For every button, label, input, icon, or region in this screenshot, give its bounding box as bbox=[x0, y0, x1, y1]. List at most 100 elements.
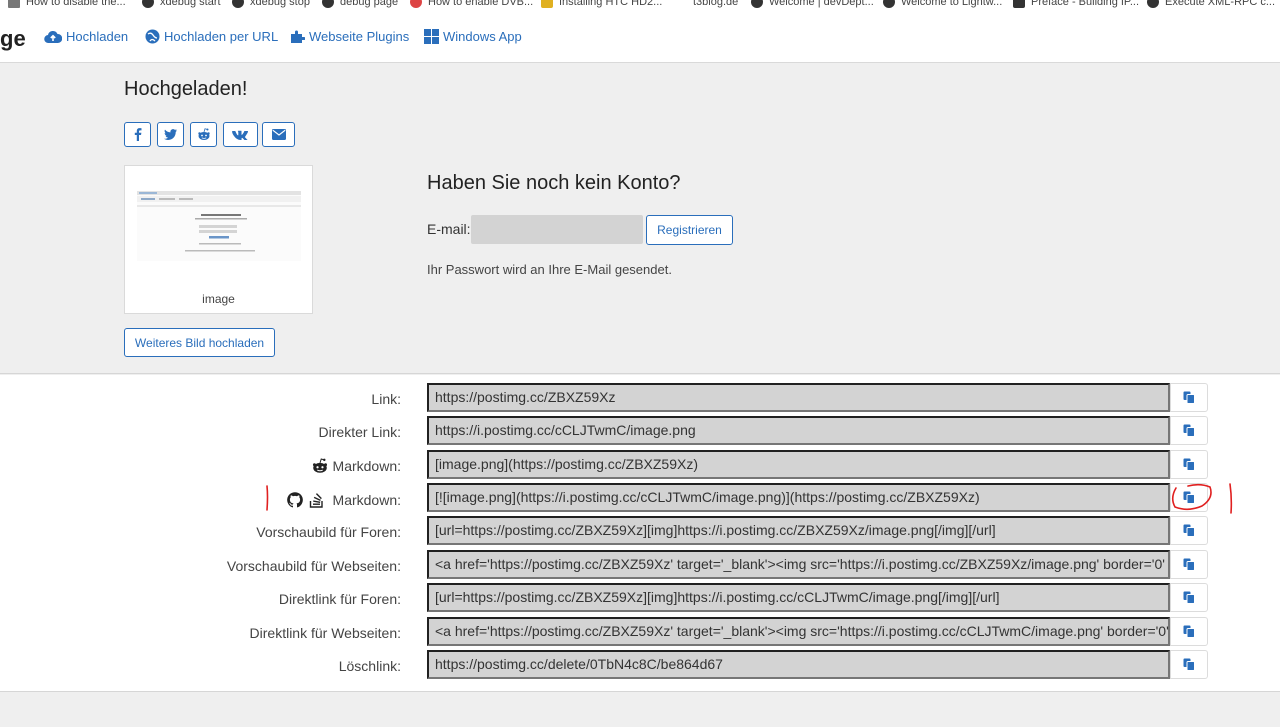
thumbnail-caption: image bbox=[202, 292, 235, 306]
bolt-icon bbox=[541, 0, 553, 8]
link-label: Löschlink: bbox=[338, 658, 401, 674]
copy-button[interactable] bbox=[1170, 550, 1208, 579]
copy-icon bbox=[1183, 391, 1195, 404]
google-icon bbox=[410, 0, 422, 8]
nav-upload-url[interactable]: Hochladen per URL bbox=[145, 29, 278, 44]
link-field[interactable] bbox=[427, 416, 1170, 445]
email-icon bbox=[271, 129, 286, 140]
top-navbar: ge Hochladen Hochladen per URL Webseite … bbox=[0, 14, 1280, 63]
register-button[interactable]: Registrieren bbox=[646, 215, 733, 245]
bookmark-item[interactable]: Welcome | devDept... bbox=[751, 0, 874, 10]
facebook-icon bbox=[134, 128, 141, 141]
game-icon bbox=[1013, 0, 1025, 8]
nav-plugins[interactable]: Webseite Plugins bbox=[290, 29, 409, 44]
link-row-delete: Löschlink: bbox=[0, 650, 1280, 680]
account-heading: Haben Sie noch kein Konto? bbox=[427, 172, 681, 194]
link-row-markdown-reddit: Markdown: bbox=[0, 450, 1280, 480]
link-field[interactable] bbox=[427, 383, 1170, 412]
link-label: Direkter Link: bbox=[318, 424, 401, 440]
copy-icon bbox=[1183, 558, 1195, 571]
page-title: Hochgeladen! bbox=[124, 78, 248, 100]
copy-icon bbox=[1183, 491, 1195, 504]
bookmark-item[interactable]: Preface - Building IP... bbox=[1013, 0, 1139, 10]
globe-icon bbox=[142, 0, 154, 8]
link-row-markdown-github: Markdown: bbox=[0, 483, 1280, 513]
link-field[interactable] bbox=[427, 483, 1170, 512]
link-row-direct-web: Direktlink für Webseiten: bbox=[0, 617, 1280, 647]
link-row-direct: Direkter Link: bbox=[0, 416, 1280, 446]
vk-icon bbox=[232, 130, 249, 140]
link-row-thumb-forum: Vorschaubild für Foren: bbox=[0, 516, 1280, 546]
cloud-upload-icon bbox=[44, 30, 62, 43]
copy-icon bbox=[1183, 424, 1195, 437]
stackoverflow-icon bbox=[309, 493, 323, 508]
link-field[interactable] bbox=[427, 583, 1170, 612]
bookmarks-bar: How to disable the... xdebug start xdebu… bbox=[0, 0, 1280, 14]
upload-another-button[interactable]: Weiteres Bild hochladen bbox=[124, 328, 275, 357]
copy-button[interactable] bbox=[1170, 516, 1208, 545]
nav-windows-app[interactable]: Windows App bbox=[424, 29, 522, 44]
copy-button[interactable] bbox=[1170, 416, 1208, 445]
share-twitter-button[interactable] bbox=[157, 122, 184, 147]
reddit-icon bbox=[197, 128, 210, 140]
link-field[interactable] bbox=[427, 516, 1170, 545]
link-row-link: Link: bbox=[0, 383, 1280, 413]
globe-icon bbox=[322, 0, 334, 8]
password-note: Ihr Passwort wird an Ihre E-Mail gesende… bbox=[427, 262, 672, 277]
share-vk-button[interactable] bbox=[223, 122, 258, 147]
bookmark-item[interactable]: Installing HTC HD2... bbox=[541, 0, 662, 10]
bookmark-item[interactable]: How to disable the... bbox=[8, 0, 126, 10]
globe-icon bbox=[232, 0, 244, 8]
brand-logo[interactable]: ge bbox=[0, 26, 26, 52]
upload-result-panel: Hochgeladen! image Weiteres Bild hochlad… bbox=[0, 64, 1280, 374]
link-field[interactable] bbox=[427, 550, 1170, 579]
share-reddit-button[interactable] bbox=[190, 122, 217, 147]
puzzle-icon bbox=[291, 30, 305, 43]
copy-icon bbox=[1183, 625, 1195, 638]
copy-icon bbox=[1183, 591, 1195, 604]
bookmark-item[interactable]: t3blog.de bbox=[693, 0, 738, 10]
screenshot-preview-image bbox=[137, 191, 301, 261]
copy-icon bbox=[1183, 458, 1195, 471]
link-label: Link: bbox=[371, 391, 401, 407]
copy-button[interactable] bbox=[1170, 450, 1208, 479]
link-label: Direktlink für Foren: bbox=[278, 591, 401, 607]
globe-icon bbox=[145, 29, 160, 44]
globe-icon bbox=[1147, 0, 1159, 8]
copy-button[interactable] bbox=[1170, 617, 1208, 646]
link-field[interactable] bbox=[427, 450, 1170, 479]
copy-icon bbox=[1183, 524, 1195, 537]
copy-button[interactable] bbox=[1170, 583, 1208, 612]
twitter-icon bbox=[164, 129, 177, 140]
link-label: Vorschaubild für Webseiten: bbox=[226, 558, 401, 574]
link-row-thumb-web: Vorschaubild für Webseiten: bbox=[0, 550, 1280, 580]
bookmark-item[interactable]: debug page bbox=[322, 0, 398, 10]
globe-icon bbox=[883, 0, 895, 8]
bookmark-item[interactable]: Welcome to Lightw... bbox=[883, 0, 1002, 10]
share-email-button[interactable] bbox=[262, 122, 295, 147]
reddit-icon bbox=[312, 458, 327, 473]
link-label: Markdown: bbox=[286, 491, 401, 508]
share-links-panel: Link: Direkter Link: Markdown: Markdown:… bbox=[0, 375, 1280, 692]
bookmark-item[interactable]: xdebug start bbox=[142, 0, 221, 10]
copy-button[interactable] bbox=[1170, 383, 1208, 412]
uploaded-image-thumbnail[interactable]: image bbox=[124, 165, 313, 314]
link-label: Direktlink für Webseiten: bbox=[249, 625, 401, 641]
github-icon bbox=[286, 491, 303, 507]
link-field[interactable] bbox=[427, 650, 1170, 679]
link-label: Markdown: bbox=[311, 458, 401, 474]
bookmark-item[interactable]: Execute XML-RPC c... bbox=[1147, 0, 1275, 10]
nav-upload[interactable]: Hochladen bbox=[44, 29, 128, 44]
bookmark-item[interactable]: xdebug stop bbox=[232, 0, 310, 10]
link-label: Vorschaubild für Foren: bbox=[256, 524, 401, 540]
copy-button[interactable] bbox=[1170, 650, 1208, 679]
email-input[interactable] bbox=[471, 215, 643, 244]
copy-button[interactable] bbox=[1170, 483, 1208, 512]
copy-icon bbox=[1183, 658, 1195, 671]
share-facebook-button[interactable] bbox=[124, 122, 151, 147]
link-field[interactable] bbox=[427, 617, 1170, 646]
windows-icon bbox=[424, 29, 439, 44]
bookmark-item[interactable]: How to enable DVB... bbox=[410, 0, 533, 10]
document-icon bbox=[8, 0, 20, 8]
link-row-direct-forum: Direktlink für Foren: bbox=[0, 583, 1280, 613]
